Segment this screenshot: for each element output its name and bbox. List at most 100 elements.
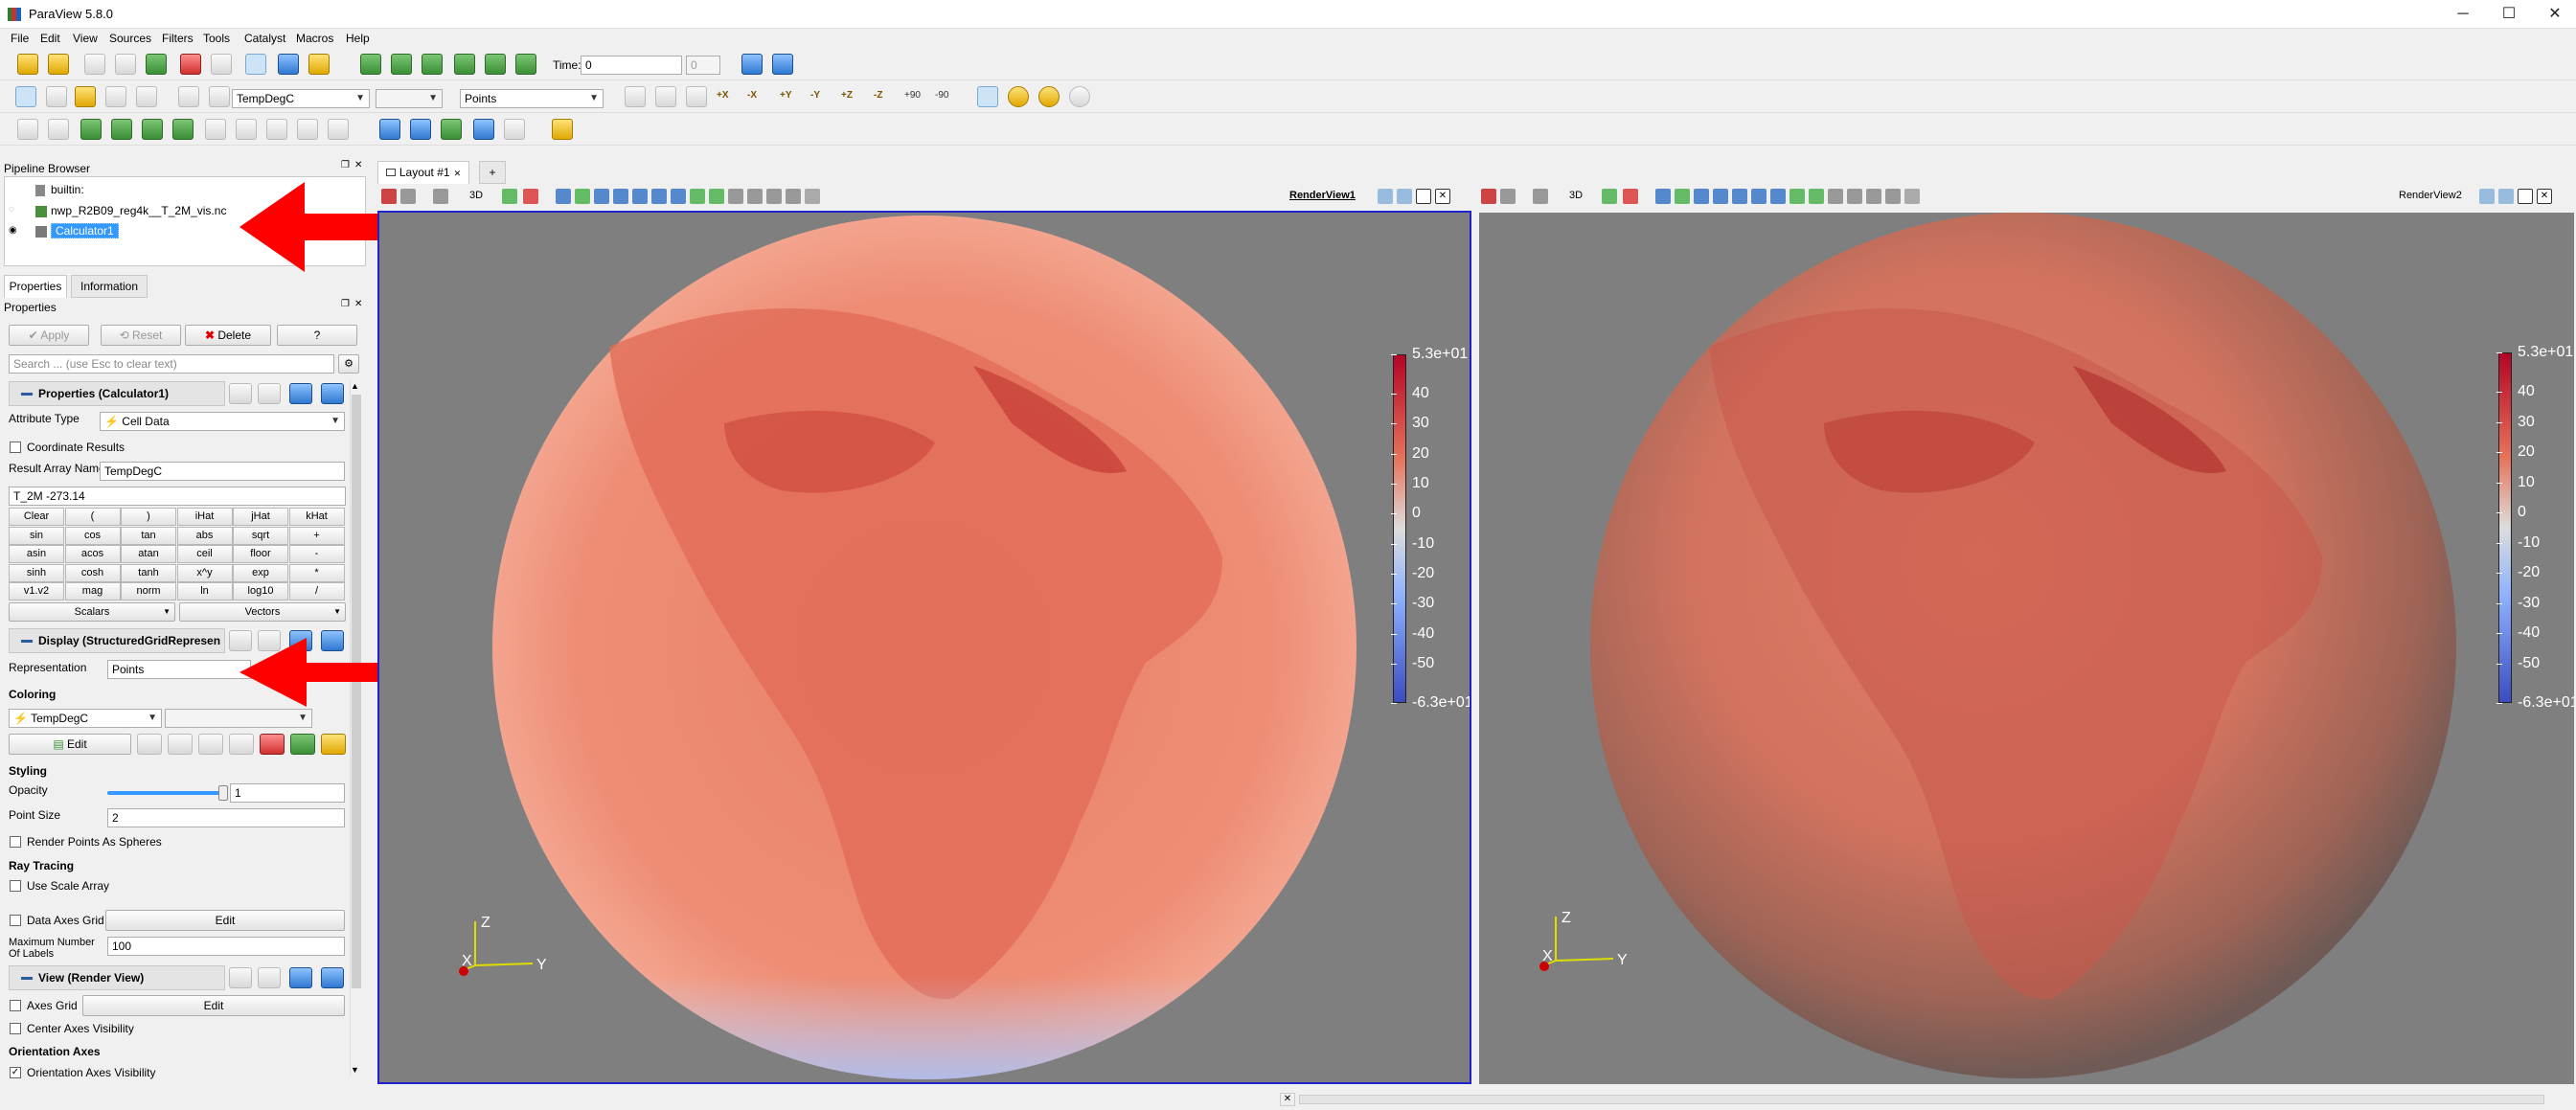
paste-icon[interactable]: [258, 967, 281, 988]
menu-help[interactable]: Help: [346, 32, 370, 45]
edit-color-map-icon[interactable]: [46, 86, 67, 107]
menu-macros[interactable]: Macros: [296, 32, 333, 45]
result-array-input[interactable]: TempDegC: [100, 462, 345, 481]
clear-selection-view-icon[interactable]: [805, 189, 820, 204]
play-icon[interactable]: [422, 54, 443, 75]
clear-selection-icon[interactable]: [504, 119, 525, 140]
section-properties-calculator[interactable]: Properties (Calculator1): [9, 381, 225, 406]
auto-apply-icon[interactable]: [245, 54, 266, 75]
calc-button[interactable]: abs: [176, 526, 233, 545]
calc-button[interactable]: ln: [176, 582, 233, 600]
menu-edit[interactable]: Edit: [40, 32, 60, 45]
close-panel-icon[interactable]: ✕: [354, 299, 362, 309]
undock-icon[interactable]: ❐: [341, 160, 350, 170]
toggle-3d-button[interactable]: 3D: [469, 190, 483, 201]
tab-information[interactable]: Information: [71, 275, 148, 298]
calc-button[interactable]: cos: [64, 526, 121, 545]
find-data-icon[interactable]: [278, 54, 299, 75]
pipeline-item-calculator[interactable]: Calculator1: [35, 223, 119, 238]
calc-button[interactable]: sqrt: [233, 526, 288, 545]
add-layout-tab[interactable]: +: [479, 161, 506, 184]
clip-icon[interactable]: [80, 119, 102, 140]
toggle-selection-labels-icon[interactable]: [728, 189, 743, 204]
capture-icon[interactable]: [381, 189, 397, 204]
split-horizontal-icon[interactable]: [1378, 189, 1393, 204]
split-vertical-icon[interactable]: [1397, 189, 1412, 204]
calc-button[interactable]: floor: [233, 545, 288, 563]
section-view[interactable]: View (Render View): [9, 965, 225, 990]
calc-button[interactable]: tanh: [121, 563, 176, 582]
open-icon[interactable]: [17, 54, 38, 75]
contour-icon[interactable]: [48, 119, 69, 140]
rescale-data-range-icon[interactable]: [229, 734, 254, 755]
capture-icon[interactable]: [1481, 189, 1496, 204]
view-plus-y-button[interactable]: +Y: [780, 90, 792, 101]
apply-button[interactable]: ✔ Apply: [9, 325, 89, 346]
calc-button[interactable]: ): [121, 508, 176, 526]
select-frustum-icon[interactable]: [556, 189, 571, 204]
shrink-selection-icon[interactable]: [1809, 189, 1824, 204]
hover-cells-icon[interactable]: [671, 189, 686, 204]
view-minus-y-button[interactable]: -Y: [810, 90, 820, 101]
subtract-selection-icon[interactable]: [1885, 189, 1901, 204]
point-size-input[interactable]: 2: [107, 808, 345, 827]
camera-undo-icon[interactable]: [400, 189, 416, 204]
split-vertical-icon[interactable]: [2498, 189, 2514, 204]
select-points-on-icon[interactable]: [1623, 189, 1638, 204]
first-frame-icon[interactable]: [360, 54, 381, 75]
coordinate-results-checkbox[interactable]: [10, 442, 21, 453]
grow-selection-icon[interactable]: [690, 189, 705, 204]
axes-grid-checkbox[interactable]: [10, 1000, 21, 1011]
copy-icon[interactable]: [229, 383, 252, 404]
previous-frame-icon[interactable]: [391, 54, 412, 75]
select-polygon-icon[interactable]: [594, 189, 609, 204]
representation-select[interactable]: Points ▼: [460, 89, 604, 108]
screenshot-icon[interactable]: [1533, 189, 1548, 204]
calc-button[interactable]: v1.v2: [9, 582, 64, 600]
calc-button[interactable]: x^y: [176, 563, 233, 582]
add-selection-icon[interactable]: [1866, 189, 1881, 204]
coloring-component-select[interactable]: ▼: [165, 709, 312, 728]
tab-layout-1[interactable]: Layout #1 ✕: [377, 161, 469, 184]
menu-sources[interactable]: Sources: [109, 32, 151, 45]
opacity-slider-handle[interactable]: [218, 785, 228, 801]
rescale-visible-range-icon[interactable]: [260, 734, 285, 755]
redo-icon[interactable]: [211, 54, 232, 75]
view-plus-z-button[interactable]: +Z: [841, 90, 853, 101]
zoom-data-icon[interactable]: [741, 54, 763, 75]
reload-icon[interactable]: [289, 967, 312, 988]
help-button[interactable]: ?: [277, 325, 357, 346]
close-view-icon[interactable]: ✕: [1435, 189, 1450, 204]
select-block-view-icon[interactable]: [1675, 189, 1690, 204]
interactive-select-cells-icon[interactable]: [613, 189, 628, 204]
rescale-range-icon[interactable]: [168, 734, 193, 755]
select-block-icon[interactable]: [441, 119, 462, 140]
menu-view[interactable]: View: [73, 32, 98, 45]
next-frame-icon[interactable]: [454, 54, 475, 75]
view-minus-z-button[interactable]: -Z: [874, 90, 882, 101]
save-icon[interactable]: [321, 967, 344, 988]
maximize-view-icon[interactable]: [1416, 189, 1431, 204]
calc-button[interactable]: /: [288, 582, 345, 600]
hover-points-icon[interactable]: [1751, 189, 1767, 204]
reload-icon[interactable]: [289, 383, 312, 404]
split-horizontal-icon[interactable]: [2479, 189, 2495, 204]
calc-button[interactable]: asin: [9, 545, 64, 563]
calc-button[interactable]: tan: [121, 526, 176, 545]
reset-camera-icon[interactable]: [625, 86, 646, 107]
calc-button[interactable]: sinh: [9, 563, 64, 582]
close-view-icon[interactable]: ✕: [2537, 189, 2552, 204]
select-frustum-icon[interactable]: [1655, 189, 1671, 204]
coloring-select[interactable]: ⚡ TempDegC ▼: [9, 709, 162, 728]
extract-level-icon[interactable]: [328, 119, 349, 140]
edit-colormap-button[interactable]: ▤ Edit: [9, 734, 131, 755]
clear-selection-view-icon[interactable]: [1904, 189, 1920, 204]
max-labels-input[interactable]: 100: [107, 937, 345, 956]
reset-center-icon[interactable]: [1038, 86, 1060, 107]
scalar-bar-visibility-icon[interactable]: [209, 86, 230, 107]
select-block-view-icon[interactable]: [575, 189, 590, 204]
calc-button[interactable]: (: [64, 508, 121, 526]
calculator-icon[interactable]: [17, 119, 38, 140]
calc-button[interactable]: *: [288, 563, 345, 582]
menu-catalyst[interactable]: Catalyst: [244, 32, 285, 45]
